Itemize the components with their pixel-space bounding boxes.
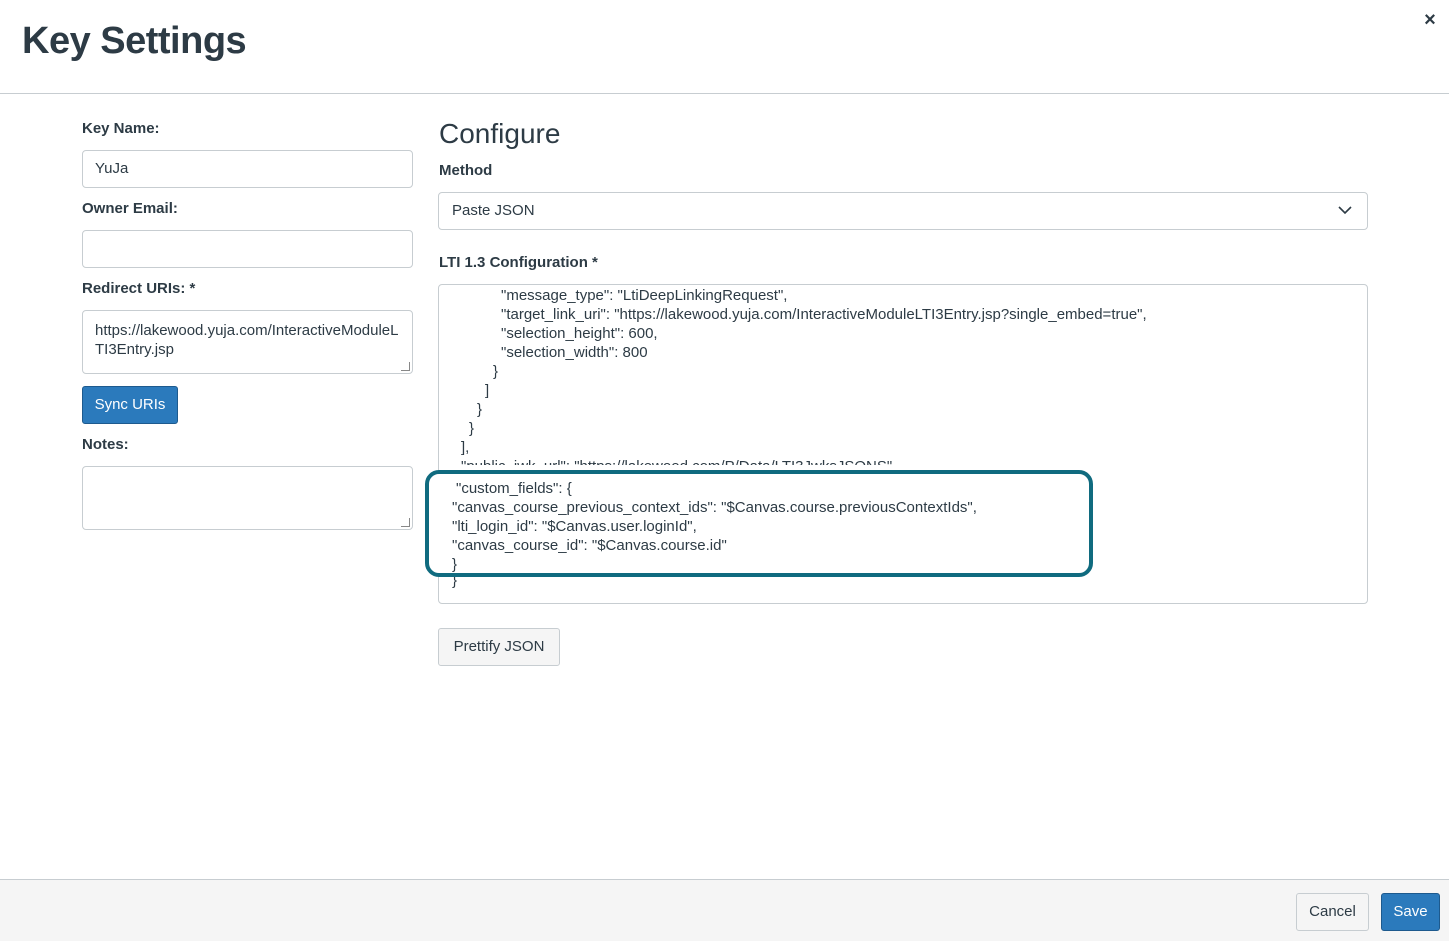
save-button[interactable]: Save bbox=[1381, 893, 1440, 931]
redirect-uris-label: Redirect URIs: * bbox=[82, 280, 196, 297]
json-line: ] bbox=[485, 382, 490, 399]
cancel-button[interactable]: Cancel bbox=[1296, 893, 1369, 931]
sync-uris-button[interactable]: Sync URIs bbox=[82, 386, 178, 424]
method-value: Paste JSON bbox=[452, 202, 535, 219]
page-title: Key Settings bbox=[22, 20, 247, 62]
lti-config-label: LTI 1.3 Configuration * bbox=[439, 254, 598, 271]
prettify-json-button[interactable]: Prettify JSON bbox=[438, 628, 560, 666]
redirect-uris-value: https://lakewood.yuja.com/InteractiveMod… bbox=[95, 322, 399, 358]
json-line: ], bbox=[461, 439, 470, 456]
json-line: "lti_login_id": "$Canvas.user.loginId", bbox=[452, 518, 697, 535]
json-line: } bbox=[493, 363, 499, 380]
json-line: "canvas_course_id": "$Canvas.course.id" bbox=[452, 537, 727, 554]
json-line: } bbox=[477, 401, 483, 418]
method-label: Method bbox=[439, 162, 493, 179]
json-line: "custom_fields": { bbox=[456, 480, 572, 497]
json-line: "target_link_uri": "https://lakewood.yuj… bbox=[501, 306, 1147, 323]
notes-textarea[interactable] bbox=[82, 466, 413, 530]
modal-header: Key Settings × bbox=[0, 0, 1449, 94]
json-line: "canvas_course_previous_context_ids": "$… bbox=[452, 499, 977, 516]
key-name-value: YuJa bbox=[95, 160, 129, 177]
resize-handle[interactable] bbox=[401, 362, 410, 371]
method-select[interactable]: Paste JSON bbox=[438, 192, 1368, 230]
json-line: "selection_width": 800 bbox=[501, 344, 648, 361]
resize-handle[interactable] bbox=[401, 518, 410, 527]
json-line: "public_jwk_url": "https://lakewood.com/… bbox=[461, 457, 896, 465]
owner-email-label: Owner Email: bbox=[82, 200, 178, 217]
json-line: "message_type": "LtiDeepLinkingRequest", bbox=[501, 287, 788, 304]
configure-heading: Configure bbox=[439, 118, 561, 149]
notes-label: Notes: bbox=[82, 436, 129, 453]
chevron-down-icon bbox=[1338, 206, 1352, 215]
custom-fields-highlight: "custom_fields": { "canvas_course_previo… bbox=[425, 470, 1093, 577]
modal-footer: Cancel Save bbox=[0, 879, 1449, 941]
json-line: } bbox=[469, 420, 475, 437]
owner-email-input[interactable] bbox=[82, 230, 413, 268]
key-name-input[interactable]: YuJa bbox=[82, 150, 413, 188]
close-icon[interactable]: × bbox=[1418, 8, 1442, 32]
key-name-label: Key Name: bbox=[82, 120, 160, 137]
json-content-upper: "message_type": "LtiDeepLinkingRequest",… bbox=[439, 285, 1367, 465]
json-line: } bbox=[452, 556, 458, 573]
redirect-uris-textarea[interactable]: https://lakewood.yuja.com/InteractiveMod… bbox=[82, 310, 413, 374]
json-line: "selection_height": 600, bbox=[501, 325, 658, 342]
